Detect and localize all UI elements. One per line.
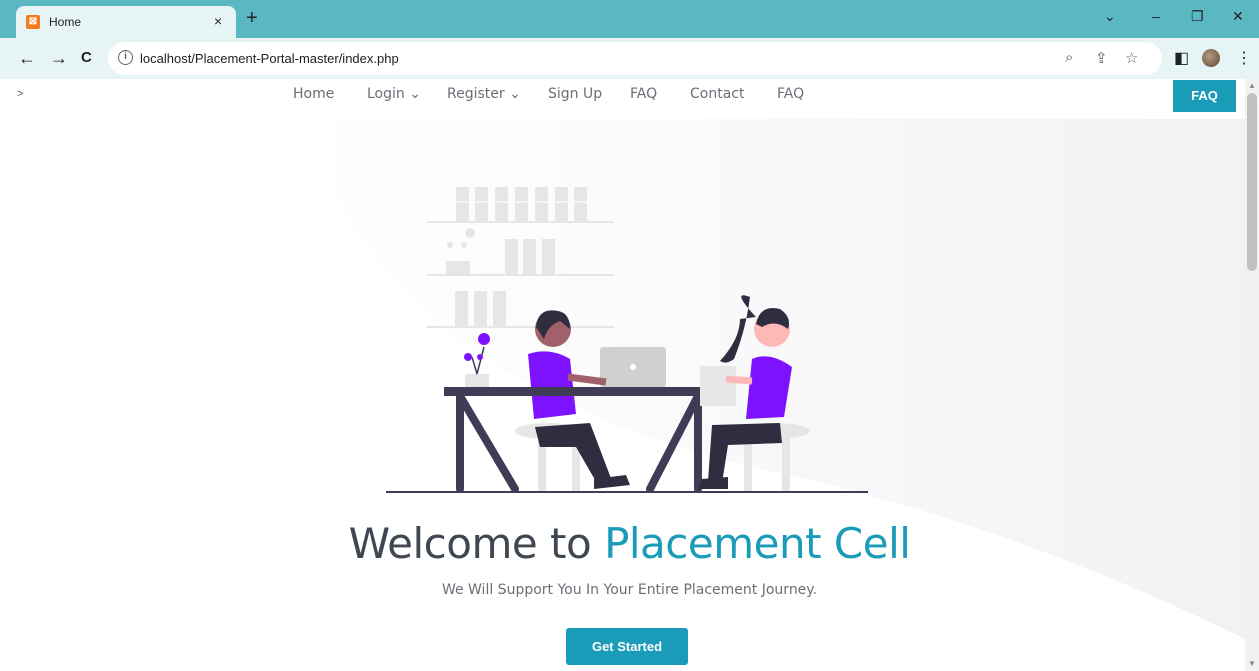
back-button[interactable]: ← [18, 47, 36, 69]
headline-prefix: Welcome to [348, 519, 605, 568]
shelves [427, 187, 614, 328]
nav-contact[interactable]: Contact [690, 86, 744, 102]
share-icon[interactable]: ⇪ [1095, 49, 1108, 67]
site-info-icon[interactable]: i [118, 50, 133, 65]
browser-menu-icon[interactable]: ⋮ [1236, 48, 1252, 68]
page-viewport: > Home Login ⌄ Register ⌄ Sign Up FAQ Co… [0, 79, 1259, 671]
tab-title: Home [49, 15, 82, 29]
side-panel-icon[interactable]: ◧ [1174, 48, 1189, 68]
browser-toolbar: ← → C i localhost/Placement-Portal-maste… [0, 38, 1259, 79]
minimize-button[interactable]: – [1152, 8, 1160, 24]
profile-avatar[interactable] [1202, 49, 1220, 67]
restore-button[interactable]: ❐ [1191, 8, 1204, 25]
nav-faq-2[interactable]: FAQ [777, 86, 804, 102]
zoom-icon[interactable]: ⌕ [1065, 49, 1073, 66]
forward-button[interactable]: → [50, 47, 68, 69]
nav-sign-up[interactable]: Sign Up [548, 86, 602, 102]
nav-faq[interactable]: FAQ [630, 86, 657, 102]
tab-close-icon[interactable]: × [214, 13, 222, 29]
nav-login[interactable]: Login ⌄ [367, 86, 421, 102]
url-text[interactable]: localhost/Placement-Portal-master/index.… [140, 51, 399, 66]
address-bar[interactable]: i localhost/Placement-Portal-master/inde… [108, 42, 1162, 75]
scroll-down-icon[interactable]: ▼ [1248, 659, 1256, 668]
browser-tab-strip: ⊠ Home × + ⌄ – ❐ ✕ [0, 0, 1259, 38]
scrollbar-thumb[interactable] [1247, 93, 1257, 271]
tab-search-icon[interactable]: ⌄ [1104, 8, 1116, 25]
close-window-button[interactable]: ✕ [1232, 8, 1244, 25]
scroll-up-icon[interactable]: ▲ [1248, 81, 1256, 90]
browser-tab[interactable]: ⊠ Home × [16, 6, 236, 38]
new-tab-button[interactable]: + [246, 7, 258, 29]
page-subheadline: We Will Support You In Your Entire Place… [441, 582, 818, 598]
reload-button[interactable]: C [81, 47, 92, 69]
nav-register[interactable]: Register ⌄ [447, 86, 521, 102]
site-navbar: Home Login ⌄ Register ⌄ Sign Up FAQ Cont… [0, 86, 1259, 106]
bookmark-star-icon[interactable]: ☆ [1125, 49, 1138, 67]
xampp-favicon-icon: ⊠ [26, 15, 40, 29]
hero-illustration [386, 187, 868, 493]
vertical-scrollbar[interactable]: ▲ ▼ [1245, 79, 1259, 671]
faq-button[interactable]: FAQ [1173, 80, 1236, 112]
headline-accent: Placement Cell [604, 519, 911, 568]
page-headline: Welcome to Placement Cell [0, 519, 1259, 568]
get-started-button[interactable]: Get Started [566, 628, 688, 665]
nav-home[interactable]: Home [293, 86, 334, 102]
